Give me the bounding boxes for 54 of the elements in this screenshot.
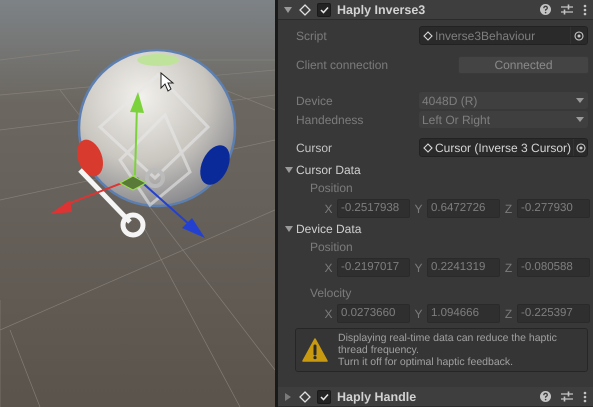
checkmark-icon (320, 392, 328, 400)
component-header[interactable]: Haply Inverse3 (278, 0, 593, 20)
field-label: Cursor (296, 140, 334, 154)
warning-message: Displaying real-time data can reduce the haptic thread frequency. Turn it off for optimal haptic feedback. (338, 332, 557, 368)
axis-label: X (324, 306, 333, 320)
caret-icon (576, 117, 584, 122)
script-icon (299, 4, 311, 16)
field-label: Script (296, 28, 328, 42)
expand-arrow-icon[interactable] (283, 392, 293, 402)
checkmark-icon (320, 6, 328, 14)
field-label: Handedness (296, 112, 364, 126)
object-picker-icon[interactable] (576, 142, 586, 152)
object-field[interactable]: Cursor (Inverse 3 Cursor) (419, 138, 588, 157)
warning-icon (302, 338, 328, 362)
vector-label: Position (309, 180, 354, 197)
component-header[interactable]: Haply Handle (278, 387, 593, 407)
foldout-title: Device Data (296, 222, 362, 236)
collapse-arrow-icon[interactable] (284, 224, 294, 234)
foldout-header[interactable]: Cursor Data (278, 161, 593, 179)
script-icon (423, 30, 433, 40)
vector-label: Position (309, 239, 354, 256)
axis-label: Y (414, 306, 423, 320)
caret-icon (576, 98, 584, 103)
axis-label: Z (504, 202, 513, 216)
dropdown-value: Left Or Right (422, 112, 492, 126)
object-picker-icon[interactable] (574, 30, 584, 40)
object-field-value: Cursor (Inverse 3 Cursor) (435, 140, 572, 154)
field-label: Device (296, 94, 334, 108)
enable-checkbox[interactable] (317, 390, 331, 404)
sliders-icon[interactable] (561, 4, 573, 15)
foldout-title: Cursor Data (296, 163, 361, 177)
vector-label: Velocity (309, 285, 352, 302)
collapse-arrow-icon[interactable] (284, 165, 294, 175)
axis-label: Y (414, 202, 423, 216)
sliders-icon[interactable] (561, 391, 573, 402)
field-label: Client connection (296, 58, 390, 72)
enable-checkbox[interactable] (317, 2, 331, 16)
collapse-arrow-icon[interactable] (283, 4, 293, 14)
component-title: Haply Inverse3 (337, 2, 426, 16)
axis-label: Z (504, 260, 513, 274)
foldout-header[interactable]: Device Data (278, 220, 593, 238)
axis-label: X (324, 202, 333, 216)
help-icon[interactable] (540, 4, 551, 15)
object-field-value: Inverse3Behaviour (435, 28, 536, 42)
more-menu-icon[interactable] (583, 4, 587, 16)
script-icon (423, 142, 433, 152)
help-icon[interactable] (540, 391, 551, 402)
more-menu-icon[interactable] (583, 390, 587, 402)
component-title: Haply Handle (337, 390, 418, 404)
axis-label: X (324, 260, 333, 274)
axis-label: Z (504, 306, 513, 320)
axis-label: Y (414, 260, 423, 274)
dropdown-value: 4048D (R) (422, 94, 478, 108)
script-icon (299, 390, 311, 402)
